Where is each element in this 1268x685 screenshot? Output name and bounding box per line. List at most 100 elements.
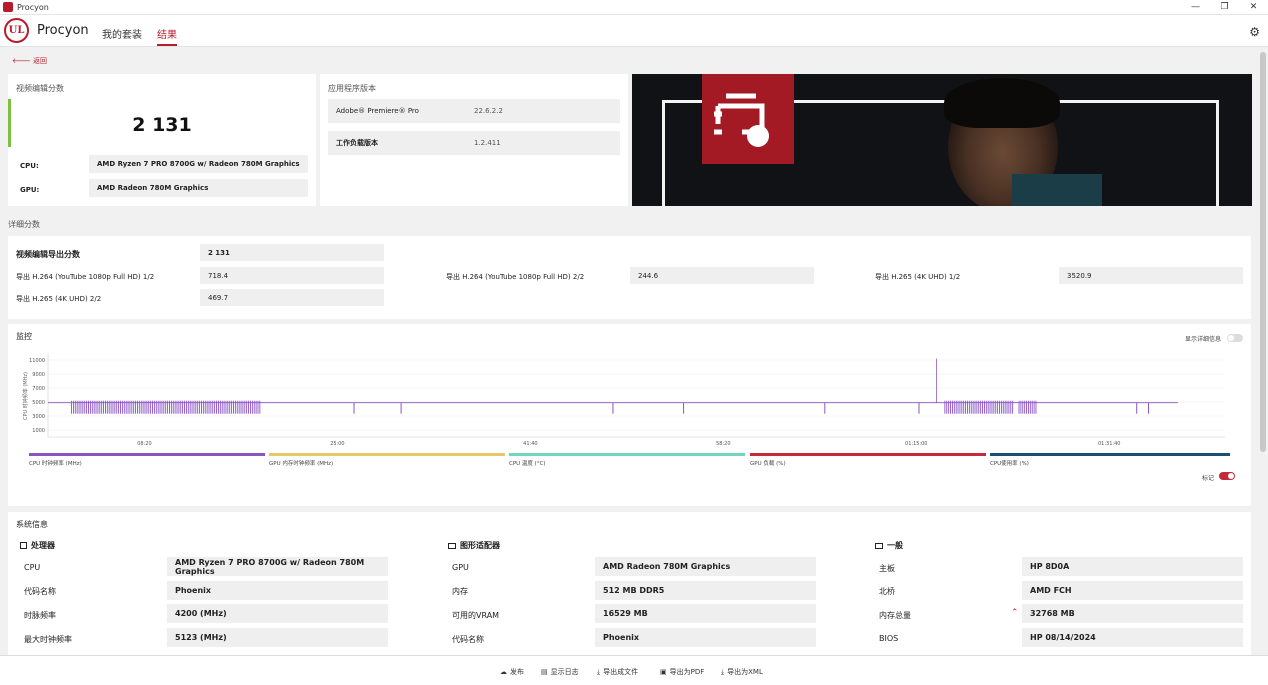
gpu-value: AMD Radeon 780M Graphics — [89, 179, 308, 197]
detail-value-h265-1: 3520.9 — [1059, 267, 1243, 284]
sys-value: AMD Radeon 780M Graphics — [595, 557, 816, 576]
footer-toolbar: ☁ 发布 ▤ 显示日志 ⤓ 导出成文件 ▣ 导出为PDF ⤓ 导出为XML — [0, 655, 1268, 685]
chart-y-tick-label: 3000 — [32, 414, 45, 420]
chart-y-tick-label: 11000 — [29, 358, 45, 364]
gpu-label: GPU: — [20, 186, 40, 194]
scrollbar-thumb[interactable] — [1260, 52, 1266, 452]
sys-value: AMD FCH — [1022, 581, 1243, 600]
window-titlebar: Procyon — ❐ ✕ — [0, 0, 1268, 15]
cloud-icon: ☁ — [500, 668, 507, 676]
ul-logo: UL — [4, 18, 29, 43]
brand-name: Procyon — [37, 23, 89, 38]
detail-value-h264-1: 718.4 — [200, 267, 384, 284]
show-details-toggle[interactable] — [1227, 334, 1243, 342]
monitor-icon — [875, 542, 883, 549]
sys-value: 5123 (MHz) — [167, 628, 388, 647]
close-button[interactable]: ✕ — [1239, 0, 1268, 15]
tab-results[interactable]: 结果 — [157, 26, 177, 46]
detail-label-h264-1: 导出 H.264 (YouTube 1080p Full HD) 1/2 — [16, 273, 155, 281]
window-title: Procyon — [17, 2, 49, 12]
workload-version-row: 工作负载版本 1.2.411 — [328, 131, 620, 155]
chart-x-tick-label: 08:20 — [137, 441, 151, 447]
legend-color-cpu-temp — [509, 453, 745, 456]
save-icon: ▣ — [660, 668, 667, 676]
app-version-title: 应用程序版本 — [328, 84, 376, 93]
restore-button[interactable]: ❐ — [1210, 0, 1239, 15]
sys-label: 内存 — [452, 587, 468, 596]
monitoring-chart: 11000 9000 7000 5000 3000 1000 08:20 25:00 41:4… — [22, 353, 1225, 447]
system-info-title: 系统信息 — [16, 520, 48, 529]
chart-y-tick-label: 5000 — [32, 400, 45, 406]
workload-label: 工作负载版本 — [336, 139, 378, 147]
download-icon: ⤓ — [597, 667, 601, 676]
show-details-label: 显示详细信息 — [1185, 336, 1222, 343]
app-version-row: Adobe® Premiere® Pro 22.6.2.2 — [328, 99, 620, 123]
legend-label-cpu-clock: CPU 时钟频率 (MHz) — [29, 461, 82, 467]
sys-label: 代码名称 — [24, 587, 56, 596]
document-icon: ▤ — [541, 668, 548, 676]
detail-value-h264-2: 244.6 — [630, 267, 814, 284]
sys-label: BIOS — [879, 634, 899, 643]
person-hair — [944, 78, 1060, 128]
chart-x-tick-label: 25:00 — [330, 441, 344, 447]
publish-label: 发布 — [510, 668, 524, 676]
sys-label: 内存总量 — [879, 611, 911, 620]
legend-label-cpu-temp: CPU 温度 (°C) — [509, 461, 546, 467]
video-export-icon — [702, 74, 794, 164]
workload-version-value: 1.2.411 — [474, 139, 501, 147]
main-score-label: 视频编辑导出分数 — [16, 250, 80, 259]
sys-label: 可用的VRAM — [452, 611, 500, 620]
app-name: Adobe® Premiere® Pro — [336, 107, 419, 115]
benchmark-banner-image — [632, 74, 1252, 206]
chart-y-tick-label: 9000 — [32, 372, 45, 378]
gear-icon[interactable]: ⚙ — [1249, 25, 1260, 39]
legend-label-gpu-mem-clock: GPU 内存时钟频率 (MHz) — [269, 461, 334, 467]
tab-my-suites[interactable]: 我的套装 — [102, 26, 142, 41]
sys-label: 北桥 — [879, 587, 895, 596]
export-file-button[interactable]: ⤓ 导出成文件 — [597, 667, 638, 677]
publish-button[interactable]: ☁ 发布 — [500, 667, 524, 677]
arrow-left-icon: 🡐 — [12, 57, 31, 65]
legend-gpu-load[interactable]: GPU 负载 (%) — [750, 453, 986, 467]
person-shirt — [1012, 174, 1102, 206]
legend-color-gpu-mem-clock — [269, 453, 505, 456]
sys-value: Phoenix — [595, 628, 816, 647]
back-link[interactable]: 🡐 返回 — [12, 56, 47, 66]
app-version-value: 22.6.2.2 — [474, 107, 503, 115]
graphics-heading: 图形适配器 — [448, 540, 500, 551]
chart-x-tick-label: 58:20 — [716, 441, 730, 447]
score-card-title: 视频编辑分数 — [16, 84, 64, 93]
sys-value: 4200 (MHz) — [167, 604, 388, 623]
sys-value: 32768 MB — [1022, 604, 1243, 623]
processor-heading: 处理器 — [20, 540, 55, 551]
minimize-button[interactable]: — — [1181, 0, 1210, 15]
cpu-label: CPU: — [20, 162, 39, 170]
back-label: 返回 — [33, 57, 48, 65]
export-xml-button[interactable]: ⤓ 导出为XML — [721, 667, 763, 677]
export-file-label: 导出成文件 — [603, 668, 639, 676]
marker-toggle[interactable] — [1219, 472, 1235, 480]
sys-value: 16529 MB — [595, 604, 816, 623]
app-icon — [3, 2, 13, 12]
sys-label: 时脉频率 — [24, 611, 56, 620]
sys-value: HP 8D0A — [1022, 557, 1243, 576]
legend-gpu-mem-clock[interactable]: GPU 内存时钟频率 (MHz) — [269, 453, 505, 467]
sys-value: AMD Ryzen 7 PRO 8700G w/ Radeon 780M Gra… — [167, 557, 388, 576]
export-xml-label: 导出为XML — [727, 668, 763, 676]
sys-value: Phoenix — [167, 581, 388, 600]
page-scrollbar[interactable] — [1260, 52, 1266, 652]
show-log-button[interactable]: ▤ 显示日志 — [541, 667, 579, 677]
chart-x-tick-label: 41:40 — [523, 441, 537, 447]
legend-label-cpu-usage: CPU使用率 (%) — [990, 461, 1029, 467]
general-title: 一般 — [887, 541, 903, 550]
main-score-value: 2 131 — [200, 244, 384, 261]
legend-cpu-usage[interactable]: CPU使用率 (%) — [990, 453, 1230, 467]
chevron-up-icon[interactable]: ⌃ — [1011, 608, 1019, 618]
export-pdf-button[interactable]: ▣ 导出为PDF — [660, 667, 704, 677]
processor-title: 处理器 — [31, 541, 55, 550]
sys-label: 最大时钟频率 — [24, 635, 72, 644]
legend-cpu-temp[interactable]: CPU 温度 (°C) — [509, 453, 745, 467]
cpu-value: AMD Ryzen 7 PRO 8700G w/ Radeon 780M Gra… — [89, 155, 308, 173]
legend-cpu-clock[interactable]: CPU 时钟频率 (MHz) — [29, 453, 265, 467]
legend-color-cpu-clock — [29, 453, 265, 456]
